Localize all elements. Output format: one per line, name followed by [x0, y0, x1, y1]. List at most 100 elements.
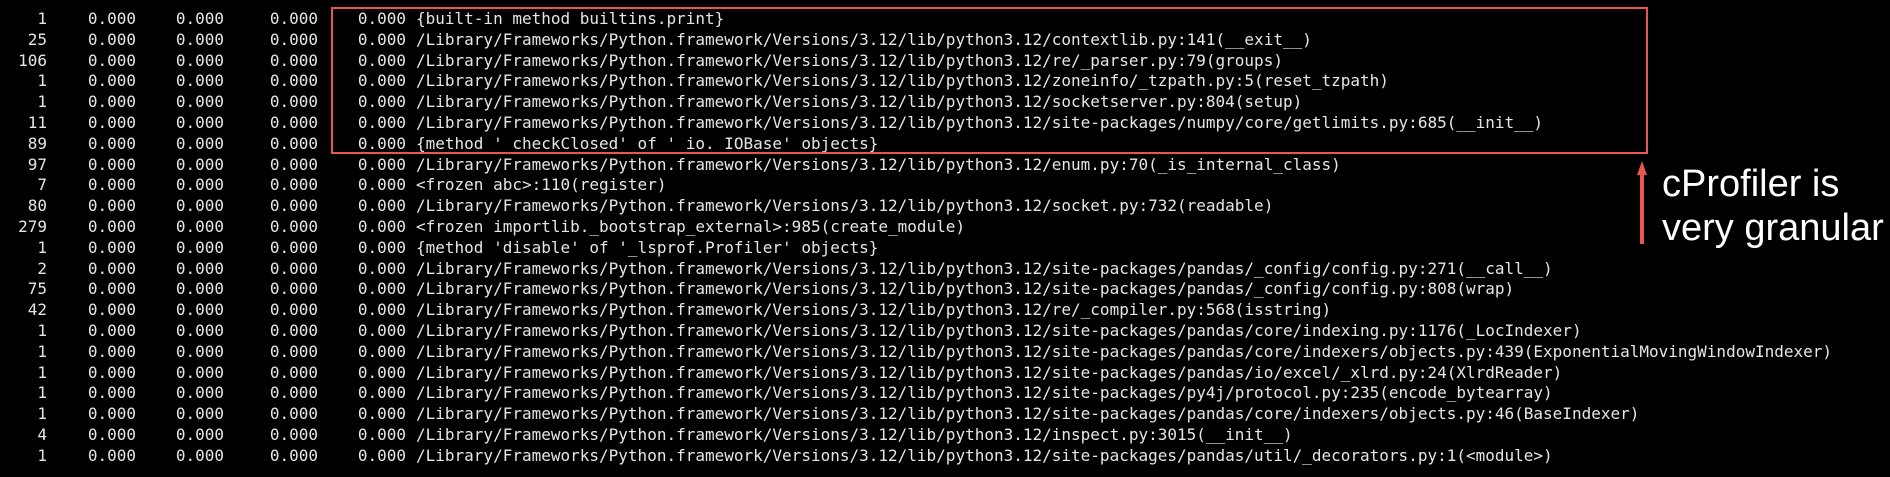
function-cell: {method 'disable' of '_lsprof.Profiler' … — [416, 237, 879, 257]
tottime-cell: 0.000 — [87, 154, 136, 174]
percall-cell: 0.000 — [175, 341, 224, 361]
profile-row: 1 0.000 0.000 0.000 0.000 /Library/Frame… — [0, 383, 1890, 404]
tottime-cell: 0.000 — [87, 50, 136, 70]
cumtime-cell: 0.000 — [269, 154, 318, 174]
percall-cell: 0.000 — [175, 424, 224, 444]
cumtime-cell: 0.000 — [269, 29, 318, 49]
profile-row: 7 0.000 0.000 0.000 0.000 <frozen abc>:1… — [0, 175, 1890, 196]
percall-cell: 0.000 — [175, 445, 224, 465]
function-cell: /Library/Frameworks/Python.framework/Ver… — [416, 29, 1312, 49]
function-cell: /Library/Frameworks/Python.framework/Ver… — [416, 71, 1389, 91]
profile-row: 1 0.000 0.000 0.000 0.000 /Library/Frame… — [0, 404, 1890, 425]
profile-row: 2 0.000 0.000 0.000 0.000 /Library/Frame… — [0, 259, 1890, 280]
function-cell: /Library/Frameworks/Python.framework/Ver… — [416, 362, 1563, 382]
cumtime-cell: 0.000 — [269, 9, 318, 28]
tottime-cell: 0.000 — [87, 133, 136, 153]
percall-cumulative-cell: 0.000 — [357, 154, 406, 174]
percall-cumulative-cell: 0.000 — [357, 341, 406, 361]
profile-row: 42 0.000 0.000 0.000 0.000 /Library/Fram… — [0, 300, 1890, 321]
profile-row: 1 0.000 0.000 0.000 0.000 /Library/Frame… — [0, 363, 1890, 384]
function-cell: {built-in method builtins.print} — [416, 9, 725, 28]
tottime-cell: 0.000 — [87, 383, 136, 403]
cumtime-cell: 0.000 — [269, 341, 318, 361]
cumtime-cell: 0.000 — [269, 133, 318, 153]
percall-cumulative-cell: 0.000 — [357, 216, 406, 236]
cumtime-cell: 0.000 — [269, 196, 318, 216]
cumtime-cell: 0.000 — [269, 258, 318, 278]
profile-row: 279 0.000 0.000 0.000 0.000 <frozen impo… — [0, 217, 1890, 238]
tottime-cell: 0.000 — [87, 258, 136, 278]
ncalls-cell: 1 — [37, 362, 47, 382]
tottime-cell: 0.000 — [87, 237, 136, 257]
percall-cell: 0.000 — [175, 237, 224, 257]
tottime-cell: 0.000 — [87, 71, 136, 91]
ncalls-cell: 1 — [37, 383, 47, 403]
profile-output: 1 0.000 0.000 0.000 0.000 {built-in meth… — [0, 9, 1890, 467]
arrow-up-icon — [1637, 161, 1647, 244]
tottime-cell: 0.000 — [87, 92, 136, 112]
ncalls-cell: 279 — [18, 216, 47, 236]
tottime-cell: 0.000 — [87, 175, 136, 195]
tottime-cell: 0.000 — [87, 341, 136, 361]
ncalls-cell: 42 — [27, 300, 47, 320]
cumtime-cell: 0.000 — [269, 445, 318, 465]
percall-cumulative-cell: 0.000 — [357, 133, 406, 153]
percall-cell: 0.000 — [175, 383, 224, 403]
profile-row: 11 0.000 0.000 0.000 0.000 /Library/Fram… — [0, 113, 1890, 134]
profile-row: 97 0.000 0.000 0.000 0.000 /Library/Fram… — [0, 155, 1890, 176]
profile-row: 1 0.000 0.000 0.000 0.000 {method 'disab… — [0, 238, 1890, 259]
tottime-cell: 0.000 — [87, 404, 136, 424]
profile-row: 25 0.000 0.000 0.000 0.000 /Library/Fram… — [0, 30, 1890, 51]
percall-cumulative-cell: 0.000 — [357, 279, 406, 299]
percall-cell: 0.000 — [175, 196, 224, 216]
ncalls-cell: 106 — [18, 50, 47, 70]
tottime-cell: 0.000 — [87, 424, 136, 444]
tottime-cell: 0.000 — [87, 196, 136, 216]
percall-cell: 0.000 — [175, 29, 224, 49]
cumtime-cell: 0.000 — [269, 71, 318, 91]
function-cell: /Library/Frameworks/Python.framework/Ver… — [416, 341, 1833, 361]
percall-cell: 0.000 — [175, 133, 224, 153]
cumtime-cell: 0.000 — [269, 50, 318, 70]
cumtime-cell: 0.000 — [269, 112, 318, 132]
profile-row: 1 0.000 0.000 0.000 0.000 {built-in meth… — [0, 9, 1890, 30]
cumtime-cell: 0.000 — [269, 300, 318, 320]
percall-cumulative-cell: 0.000 — [357, 445, 406, 465]
ncalls-cell: 1 — [37, 92, 47, 112]
ncalls-cell: 7 — [37, 175, 47, 195]
percall-cell: 0.000 — [175, 175, 224, 195]
percall-cumulative-cell: 0.000 — [357, 424, 406, 444]
cumtime-cell: 0.000 — [269, 424, 318, 444]
function-cell: <frozen abc>:110(register) — [416, 175, 667, 195]
tottime-cell: 0.000 — [87, 112, 136, 132]
profile-row: 1 0.000 0.000 0.000 0.000 /Library/Frame… — [0, 321, 1890, 342]
function-cell: /Library/Frameworks/Python.framework/Ver… — [416, 279, 1515, 299]
percall-cell: 0.000 — [175, 362, 224, 382]
percall-cell: 0.000 — [175, 216, 224, 236]
percall-cell: 0.000 — [175, 92, 224, 112]
tottime-cell: 0.000 — [87, 300, 136, 320]
percall-cumulative-cell: 0.000 — [357, 92, 406, 112]
percall-cell: 0.000 — [175, 71, 224, 91]
ncalls-cell: 1 — [37, 237, 47, 257]
ncalls-cell: 89 — [27, 133, 47, 153]
tottime-cell: 0.000 — [87, 445, 136, 465]
cumtime-cell: 0.000 — [269, 237, 318, 257]
tottime-cell: 0.000 — [87, 216, 136, 236]
percall-cumulative-cell: 0.000 — [357, 50, 406, 70]
percall-cumulative-cell: 0.000 — [357, 175, 406, 195]
profile-row: 1 0.000 0.000 0.000 0.000 /Library/Frame… — [0, 71, 1890, 92]
percall-cumulative-cell: 0.000 — [357, 300, 406, 320]
ncalls-cell: 1 — [37, 341, 47, 361]
percall-cumulative-cell: 0.000 — [357, 258, 406, 278]
percall-cumulative-cell: 0.000 — [357, 237, 406, 257]
ncalls-cell: 1 — [37, 320, 47, 340]
ncalls-cell: 4 — [37, 424, 47, 444]
percall-cumulative-cell: 0.000 — [357, 71, 406, 91]
tottime-cell: 0.000 — [87, 362, 136, 382]
ncalls-cell: 25 — [27, 29, 47, 49]
ncalls-cell: 1 — [37, 9, 47, 28]
percall-cell: 0.000 — [175, 404, 224, 424]
cumtime-cell: 0.000 — [269, 279, 318, 299]
cumtime-cell: 0.000 — [269, 404, 318, 424]
